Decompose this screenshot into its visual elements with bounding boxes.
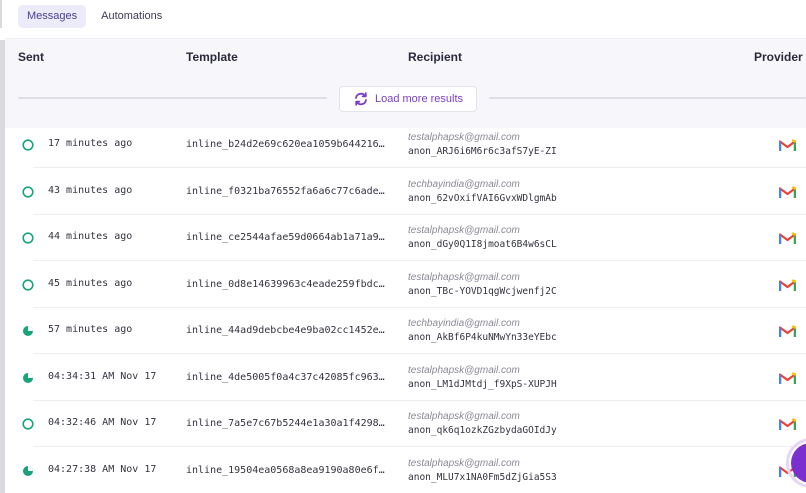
pending-icon: [22, 185, 34, 198]
recipient-id: anon_AkBf6P4kuNMwYn33eYEbc: [408, 332, 557, 343]
recipient-id: anon_qk6q1ozkZGzbydaGOIdJy: [408, 425, 557, 436]
recipient-id: anon_ARJ6i6M6r6c3afS7yE-ZI: [408, 146, 557, 157]
recipient-id: anon_62vOxifVAI6GvxWDlgmAb: [408, 192, 557, 204]
pending-icon: [22, 278, 34, 291]
pending-icon: [22, 139, 34, 151]
sent-time: 57 minutes ago: [48, 324, 133, 335]
gmail-icon: [779, 371, 796, 384]
table-row[interactable]: 57 minutes ago inline_44ad9debcbe4e9ba02…: [0, 308, 806, 354]
column-header-recipient: Recipient: [408, 50, 463, 64]
template-id: inline_f0321ba76552fa6a6c77c6adeb9b…: [186, 185, 390, 197]
tab-automations[interactable]: Automations: [92, 5, 171, 28]
sent-time: 04:32:46 AM Nov 17: [48, 417, 157, 428]
recipient-email: testalphapsk@gmail.com: [408, 457, 520, 469]
gmail-icon: [779, 139, 796, 151]
table-row[interactable]: 17 minutes ago inline_b24d2e69c620ea1059…: [0, 122, 806, 168]
pending-icon: [22, 232, 34, 244]
template-id: inline_19504ea0568a8ea9190a80e6f336…: [186, 464, 390, 476]
table-header: [5, 38, 806, 128]
gmail-icon: [779, 278, 796, 291]
partial-icon: [23, 326, 33, 336]
recipient-email: techbayindia@gmail.com: [408, 318, 520, 329]
sent-time: 45 minutes ago: [48, 277, 133, 289]
table-row[interactable]: 04:34:31 AM Nov 17 inline_4de5005f0a4c37…: [0, 355, 806, 401]
recipient-email: testalphapsk@gmail.com: [408, 271, 520, 283]
sent-time: 43 minutes ago: [48, 184, 133, 196]
sent-time: 04:34:31 AM Nov 17: [48, 370, 157, 382]
gmail-icon: [779, 232, 796, 244]
pending-icon: [22, 418, 34, 430]
template-id: inline_4de5005f0a4c37c42085fc963c60…: [186, 371, 390, 383]
table-row[interactable]: 04:27:38 AM Nov 17 inline_19504ea0568a8e…: [0, 448, 806, 493]
divider-right: [489, 97, 806, 99]
template-id: inline_b24d2e69c620ea1059b6442166b1…: [186, 139, 390, 150]
template-id: inline_0d8e14639963c4eade259fbdc5f8…: [186, 278, 390, 290]
template-id: inline_44ad9debcbe4e9ba02cc1452eac7…: [186, 325, 390, 336]
recipient-email: testalphapsk@gmail.com: [408, 364, 520, 376]
gmail-icon: [779, 325, 796, 337]
sent-time: 04:27:38 AM Nov 17: [48, 463, 157, 475]
recipient-email: testalphapsk@gmail.com: [408, 411, 520, 422]
gmail-icon: [779, 418, 796, 430]
sent-time: 44 minutes ago: [48, 231, 133, 242]
refresh-icon: [355, 92, 367, 106]
divider-left: [18, 97, 327, 99]
tab-bar: Messages Automations: [18, 5, 171, 29]
recipient-email: testalphapsk@gmail.com: [408, 225, 520, 236]
left-rail-top: [0, 0, 2, 28]
gmail-icon: [779, 185, 796, 198]
column-header-provider: Provider: [754, 50, 803, 64]
recipient-id: anon_LM1dJMtdj_f9XpS-XUPJH: [408, 378, 557, 390]
recipient-id: anon_MLU7x1NA0Fm5dZjGia5S3: [408, 471, 557, 483]
template-id: inline_ce2544afae59d0664ab1a71a91cf…: [186, 232, 390, 243]
recipient-email: testalphapsk@gmail.com: [408, 132, 520, 143]
load-more-button[interactable]: Load more results: [339, 86, 477, 112]
column-header-template: Template: [186, 50, 238, 64]
template-id: inline_7a5e7c67b5244e1a30a1f4298072…: [186, 418, 390, 429]
tab-messages[interactable]: Messages: [18, 5, 87, 28]
partial-icon: [23, 372, 33, 383]
recipient-id: anon_TBc-YOVD1qgWcjwenfj2C: [408, 285, 557, 297]
column-header-sent: Sent: [18, 50, 45, 64]
table-row[interactable]: 04:32:46 AM Nov 17 inline_7a5e7c67b5244e…: [0, 401, 806, 447]
load-more-label: Load more results: [374, 93, 464, 105]
recipient-email: techbayindia@gmail.com: [408, 178, 520, 190]
table-row[interactable]: 43 minutes ago inline_f0321ba76552fa6a6c…: [0, 169, 806, 215]
table-row[interactable]: 44 minutes ago inline_ce2544afae59d0664a…: [0, 215, 806, 261]
sent-time: 17 minutes ago: [48, 138, 133, 149]
table-row[interactable]: 45 minutes ago inline_0d8e14639963c4eade…: [0, 262, 806, 308]
partial-icon: [23, 465, 33, 476]
recipient-id: anon_dGy0Q1I8jmoat6B4w6sCL: [408, 239, 557, 250]
